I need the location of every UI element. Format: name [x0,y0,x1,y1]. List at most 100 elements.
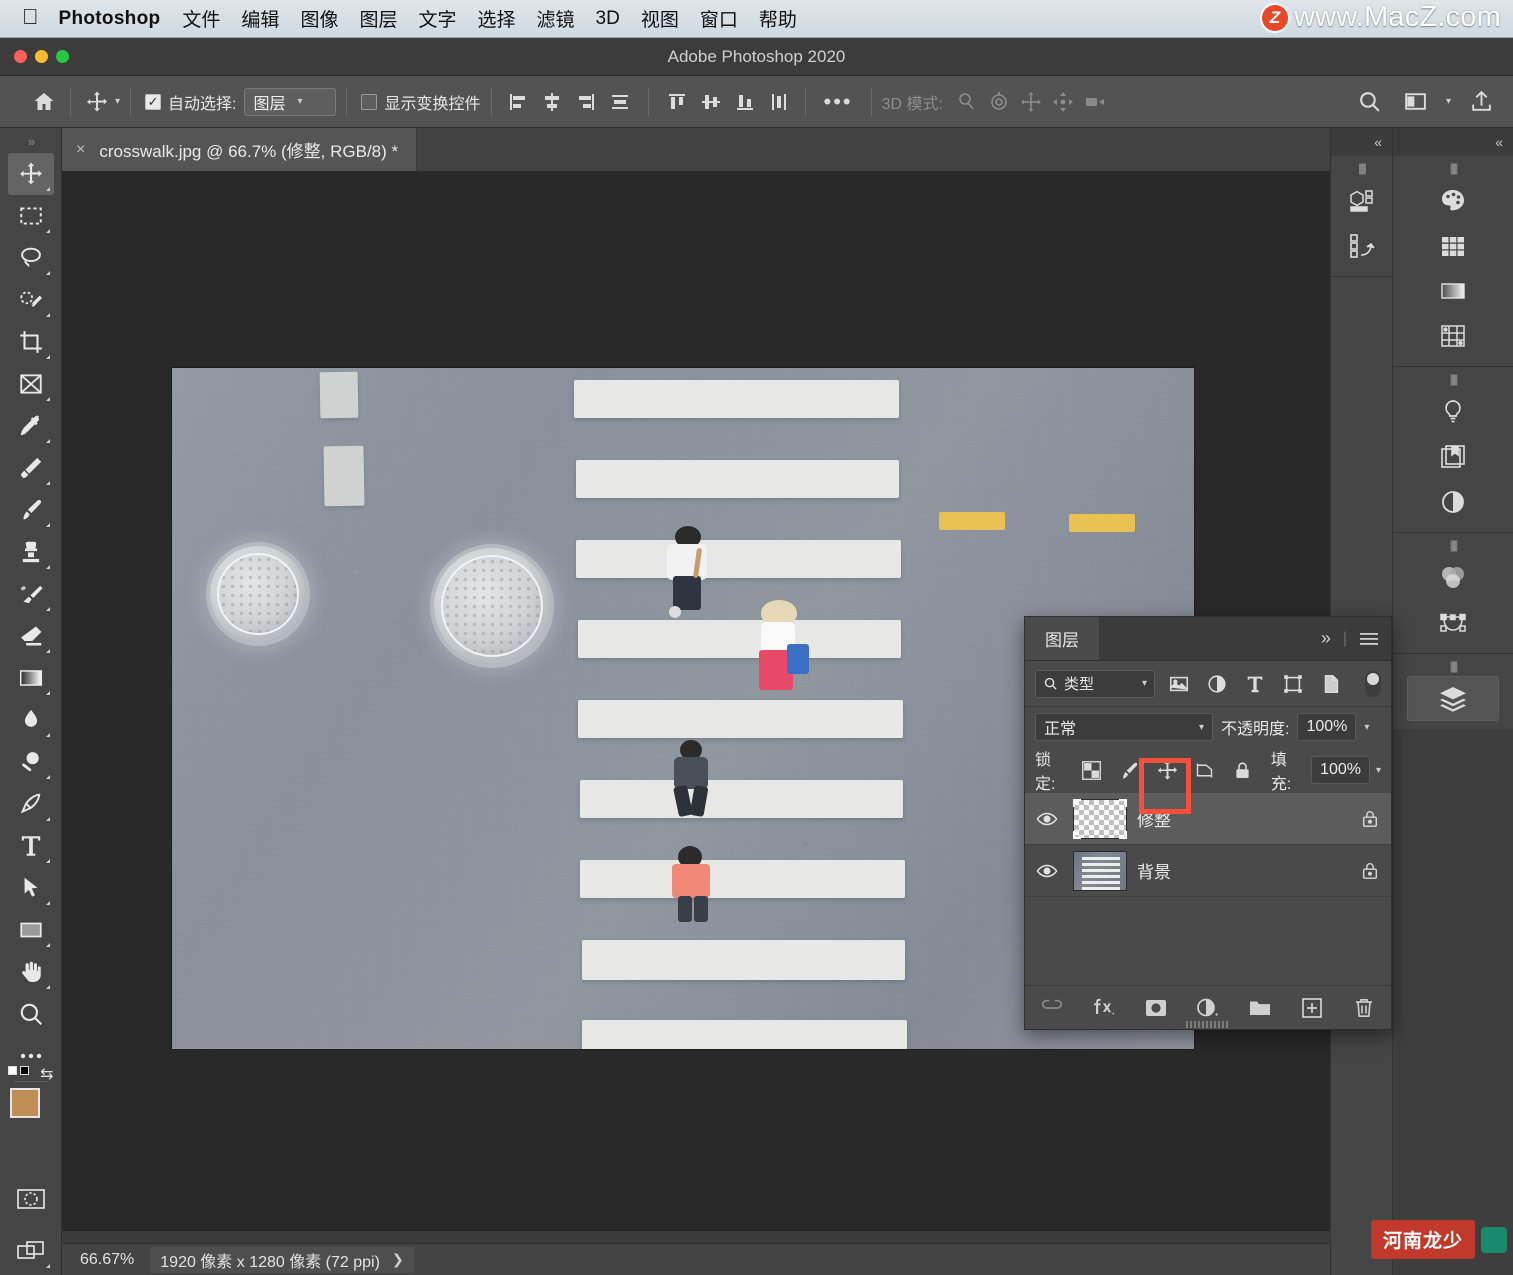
hand-tool[interactable] [8,951,54,993]
menu-item-view[interactable]: 视图 [641,5,679,32]
lock-image-pixels-icon[interactable] [1113,754,1145,786]
chevron-down-icon[interactable]: ▾ [1364,722,1369,733]
chevron-down-icon[interactable]: ▾ [115,96,120,107]
distribute-vertical-icon[interactable] [763,86,795,118]
move-tool[interactable] [7,153,54,195]
rectangular-marquee-tool[interactable] [8,195,54,237]
minimize-window-button[interactable] [35,50,48,63]
align-center-vertical-icon[interactable] [695,86,727,118]
patterns-panel-icon[interactable] [1430,313,1476,358]
align-bottom-icon[interactable] [729,86,761,118]
screen-mode-icon[interactable] [8,1230,54,1272]
panel-resize-handle[interactable] [1186,1021,1230,1028]
adjustments-panel-icon[interactable] [1430,389,1476,434]
current-tool-chip[interactable]: ▾ [81,86,120,118]
align-right-icon[interactable] [570,86,602,118]
align-left-icon[interactable] [502,86,534,118]
chevron-down-icon[interactable]: ▾ [1142,678,1147,689]
link-layers-icon[interactable] [1039,995,1065,1021]
paths-panel-icon[interactable] [1430,600,1476,645]
opacity-value[interactable]: 100% [1297,713,1357,741]
checkbox-checked-icon[interactable]: ✓ [145,93,162,110]
brush-tool[interactable] [8,489,54,531]
tab-layers[interactable]: 图层 [1025,617,1099,660]
layer-name[interactable]: 修整 [1137,806,1351,831]
filter-pixel-icon[interactable] [1165,670,1193,698]
menu-item-type[interactable]: 文字 [418,5,456,32]
table-row[interactable]: 修整 [1025,793,1391,845]
chevron-down-icon[interactable]: ▾ [1199,722,1204,733]
rectangle-tool[interactable] [8,909,54,951]
new-layer-icon[interactable] [1299,995,1325,1021]
menu-item-window[interactable]: 窗口 [700,5,738,32]
align-top-icon[interactable] [661,86,693,118]
chevron-right-icon[interactable]: ❯ [392,1251,404,1268]
filter-type-icon[interactable] [1241,670,1269,698]
show-transform-checkbox[interactable]: 显示变换控件 [361,90,481,114]
layer-thumbnail[interactable] [1073,850,1127,891]
libraries-panel-icon[interactable] [1430,434,1476,479]
menu-item-image[interactable]: 图像 [300,5,338,32]
quick-selection-tool[interactable] [8,279,54,321]
history-panel-icon[interactable] [1339,223,1385,268]
history-brush-tool[interactable] [8,573,54,615]
move-tool-icon[interactable] [81,86,113,118]
lock-artboard-nesting-icon[interactable] [1189,754,1221,786]
chevron-down-icon[interactable]: ▾ [298,96,303,107]
quick-mask-icon[interactable] [8,1178,54,1220]
document-dimensions[interactable]: 1920 像素 x 1280 像素 (72 ppi) ❯ [150,1246,414,1273]
search-icon[interactable] [1354,86,1386,118]
blend-mode-dropdown[interactable]: 正常 ▾ [1035,713,1213,741]
chevron-down-icon[interactable]: ▾ [1376,765,1381,776]
lock-all-icon[interactable] [1227,754,1259,786]
lock-transparent-pixels-icon[interactable] [1075,754,1107,786]
filter-shape-icon[interactable] [1279,670,1307,698]
menu-item-3d[interactable]: 3D [596,8,620,30]
apple-logo-icon[interactable]:  [22,5,39,28]
frame-tool[interactable] [8,363,54,405]
home-icon[interactable] [28,86,60,118]
add-mask-icon[interactable] [1143,995,1169,1021]
filter-type-dropdown[interactable]: 类型 ▾ [1035,669,1155,698]
maximize-window-button[interactable] [56,50,69,63]
layer-name[interactable]: 背景 [1137,858,1351,883]
workspace-icon[interactable] [1400,86,1432,118]
menu-item-filter[interactable]: 滤镜 [537,5,575,32]
layers-panel-icon[interactable] [1407,676,1499,721]
menu-item-select[interactable]: 选择 [477,5,515,32]
menu-item-layer[interactable]: 图层 [359,5,397,32]
document-tab[interactable]: × crosswalk.jpg @ 66.7% (修整, RGB/8) * [62,128,418,171]
eyedropper-tool[interactable] [8,405,54,447]
zoom-level[interactable]: 66.67% [62,1251,150,1269]
chevron-down-icon[interactable]: ▾ [1446,96,1451,107]
layer-visibility-icon[interactable] [1031,811,1063,827]
healing-brush-tool[interactable] [8,447,54,489]
layer-thumbnail[interactable] [1073,798,1127,839]
align-center-horizontal-icon[interactable] [536,86,568,118]
adjustment-layer-icon[interactable] [1195,995,1221,1021]
more-options-icon[interactable]: ••• [816,91,861,113]
default-colors-icon[interactable] [7,1066,29,1075]
menu-item-file[interactable]: 文件 [182,5,220,32]
dodge-tool[interactable] [8,741,54,783]
close-icon[interactable]: × [76,141,85,159]
color-panel-icon[interactable] [1430,178,1476,223]
distribute-horizontal-icon[interactable] [604,86,636,118]
menu-item-help[interactable]: 帮助 [759,5,797,32]
chevron-double-right-icon[interactable]: » [1321,628,1331,649]
clone-stamp-tool[interactable] [8,531,54,573]
zoom-tool[interactable] [8,993,54,1035]
filter-smart-object-icon[interactable] [1317,670,1345,698]
filter-toggle-switch[interactable] [1365,670,1381,697]
lasso-tool[interactable] [8,237,54,279]
swatches-panel-icon[interactable] [1430,223,1476,268]
swap-colors-icon[interactable]: ⇆ [40,1064,53,1084]
blur-tool[interactable] [8,699,54,741]
close-window-button[interactable] [14,50,27,63]
path-selection-tool[interactable] [8,867,54,909]
checkbox-unchecked-icon[interactable] [361,93,378,110]
filter-adjustment-icon[interactable] [1203,670,1231,698]
fill-value[interactable]: 100% [1311,756,1370,784]
share-icon[interactable] [1465,86,1497,118]
layer-visibility-icon[interactable] [1031,863,1063,879]
